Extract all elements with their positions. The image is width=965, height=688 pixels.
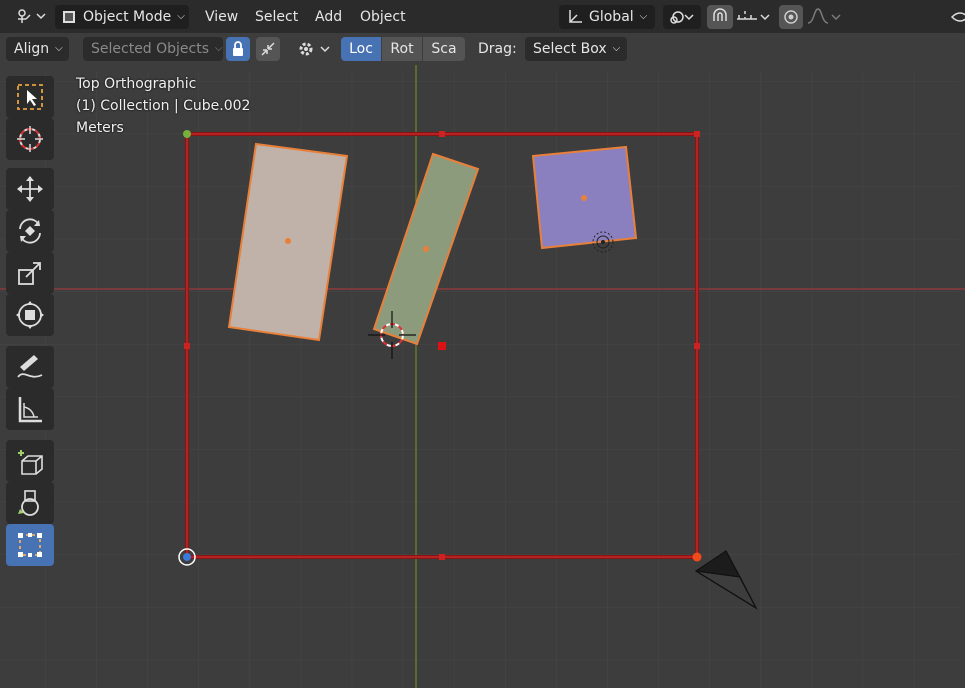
menu-add[interactable]: Add	[307, 5, 350, 29]
chevron-down-icon: ⌵	[177, 11, 185, 22]
menu-select[interactable]: Select	[247, 5, 306, 29]
bounds-handle-left[interactable]	[184, 343, 190, 349]
bounds-handle-bottom-left[interactable]	[183, 553, 191, 561]
snap-increment-icon	[737, 11, 770, 21]
bounds-handle-top-right[interactable]	[694, 131, 700, 137]
options-dropdown[interactable]	[292, 37, 334, 61]
mode-dropdown[interactable]: Object Mode ⌵	[55, 5, 189, 29]
pencil-icon	[17, 355, 43, 378]
collection-label: (1) Collection | Cube.002	[76, 98, 251, 114]
eye-icon	[950, 12, 965, 22]
bounds-handle-bottom-right[interactable]	[692, 552, 702, 562]
pivot-dropdown[interactable]	[663, 5, 701, 29]
rotate-tool[interactable]	[6, 210, 54, 252]
cube-left-origin	[285, 238, 291, 244]
affect-selected-dropdown[interactable]: Selected Objects ⌵	[83, 37, 223, 61]
bounds-handle-right[interactable]	[694, 343, 700, 349]
bounds-handle-bottom[interactable]	[439, 554, 445, 560]
chevron-down-icon: ⌵	[55, 43, 63, 54]
bounds-center-handle[interactable]	[438, 342, 446, 350]
cube-middle-origin	[423, 246, 429, 252]
lock-icon	[233, 41, 243, 56]
scale-icon	[18, 262, 41, 285]
drag-value: Select Box	[533, 41, 607, 57]
orientation-dropdown[interactable]: Global ⌵	[559, 5, 655, 29]
rot-toggle[interactable]: Rot	[382, 37, 422, 61]
align-dropdown[interactable]: Align ⌵	[6, 37, 69, 61]
spin-icon	[18, 490, 39, 516]
chevron-down-icon: ⌵	[612, 43, 621, 54]
cube-right-origin	[581, 195, 587, 201]
affect-only-origins-icon	[261, 42, 275, 56]
select-box-tool[interactable]	[6, 76, 54, 118]
chevron-down-icon: ⌵	[639, 11, 648, 22]
select-box-icon	[17, 84, 43, 110]
proportional-edit-icon	[784, 10, 798, 24]
move-icon	[17, 176, 43, 202]
add-cube-tool[interactable]	[6, 440, 54, 482]
scale-cage-icon	[18, 533, 42, 557]
falloff-curve-icon	[807, 8, 841, 24]
menu-view[interactable]: View	[197, 5, 246, 29]
3d-viewport[interactable]: Top Orthographic (1) Collection | Cube.0…	[0, 65, 965, 688]
editor-header: Object Mode ⌵ View Select Add Object Glob…	[0, 0, 965, 33]
viewport-canvas[interactable]	[0, 65, 965, 688]
selected-objects-label: Selected Objects	[91, 41, 210, 57]
transform-tool[interactable]	[6, 294, 54, 336]
proportional-edit-toggle[interactable]	[779, 5, 803, 29]
measure-tool[interactable]	[6, 388, 54, 430]
object-mode-icon	[63, 11, 75, 23]
cursor-icon	[17, 126, 43, 152]
align-label: Align	[14, 41, 50, 57]
drag-dropdown[interactable]: Select Box ⌵	[525, 37, 627, 61]
affect-origins-toggle[interactable]	[256, 37, 280, 61]
falloff-dropdown[interactable]	[804, 5, 844, 29]
gear-icon	[299, 42, 330, 56]
pivot-point-icon	[670, 11, 694, 24]
move-tool[interactable]	[6, 168, 54, 210]
add-cube-icon	[18, 450, 43, 475]
scale-cage-tool[interactable]	[6, 524, 54, 566]
loc-toggle[interactable]: Loc	[341, 37, 381, 61]
orientation-label: Global	[589, 9, 634, 25]
rotate-icon	[19, 218, 41, 244]
sca-toggle[interactable]: Sca	[423, 37, 465, 61]
tool-settings-header: Align ⌵ Selected Objects ⌵ Loc Rot Sca Dra…	[0, 33, 965, 65]
view-name-label: Top Orthographic	[76, 76, 197, 92]
editor-type-icon	[18, 9, 46, 23]
editor-type-button[interactable]	[4, 4, 48, 28]
annotate-tool[interactable]	[6, 346, 54, 388]
mode-label: Object Mode	[83, 9, 172, 25]
cursor-tool[interactable]	[6, 118, 54, 160]
snap-magnet-icon	[713, 8, 727, 21]
spin-tool[interactable]	[6, 482, 54, 524]
menu-object[interactable]: Object	[352, 5, 414, 29]
grid	[0, 71, 959, 688]
transform-icon	[16, 301, 44, 329]
snap-target-dropdown[interactable]	[733, 5, 773, 29]
overlay-toggle[interactable]	[950, 5, 965, 29]
chevron-down-icon: ⌵	[215, 43, 223, 54]
bounds-handle-top-left[interactable]	[183, 130, 191, 138]
scale-tool[interactable]	[6, 252, 54, 294]
orientation-axes-icon	[569, 10, 582, 23]
snap-toggle[interactable]	[707, 5, 733, 29]
bounds-handle-top[interactable]	[439, 131, 445, 137]
lock-toggle[interactable]	[226, 37, 250, 61]
units-label: Meters	[76, 120, 124, 136]
ruler-icon	[18, 397, 42, 423]
drag-label: Drag:	[478, 41, 517, 57]
